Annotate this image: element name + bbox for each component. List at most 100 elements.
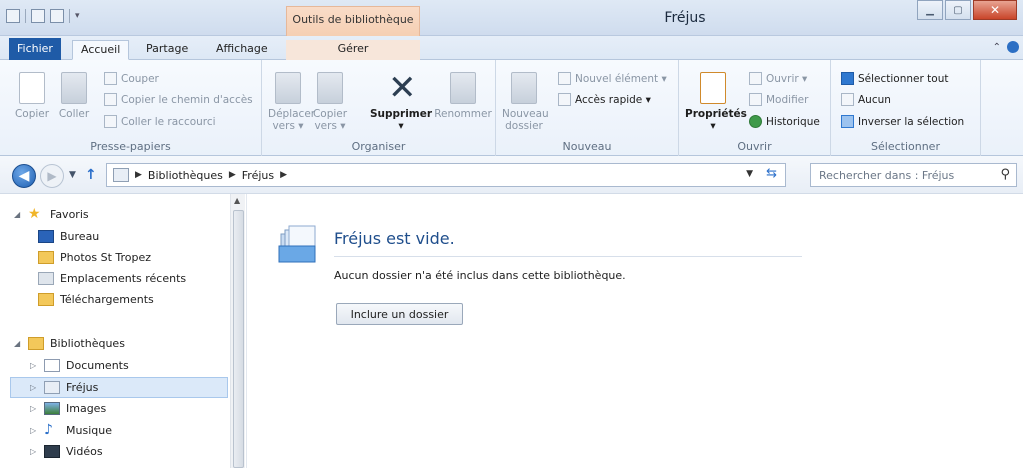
new-folder-label: Nouveau	[502, 108, 549, 120]
breadcrumb-bibliotheques[interactable]: Bibliothèques	[148, 169, 223, 182]
copy-path-button[interactable]: Copier le chemin d'accès	[104, 93, 253, 106]
nav-label: Favoris	[50, 208, 89, 221]
history-button[interactable]: Historique	[749, 115, 820, 128]
minimize-button[interactable]: ▁	[917, 0, 943, 20]
folder-icon	[38, 251, 54, 264]
new-folder-button[interactable]: Nouveau dossier	[502, 72, 549, 132]
refresh-icon[interactable]: ⇆	[766, 166, 777, 181]
star-icon: ★	[28, 206, 41, 222]
chevron-right-icon[interactable]: ▶	[229, 170, 236, 180]
copy-to-button[interactable]: Copier vers ▾	[312, 72, 348, 132]
music-note-icon: ♪	[44, 422, 53, 438]
properties-button[interactable]: Propriétés ▾	[685, 72, 747, 132]
ribbon-tabs: Fichier Accueil Partage Affichage Gérer …	[0, 36, 1023, 60]
library-tools-tab[interactable]: Outils de bibliothèque	[286, 6, 420, 36]
edit-button[interactable]: Modifier	[749, 93, 808, 106]
chevron-right-icon[interactable]: ▶	[280, 170, 287, 180]
collapse-ribbon-icon[interactable]: ⌃	[993, 42, 1001, 53]
expand-arrow-icon[interactable]: ▷	[30, 361, 38, 370]
paste-button[interactable]: Coller	[56, 72, 92, 120]
paste-icon	[61, 72, 87, 104]
nav-bibliotheques[interactable]: ◢ Bibliothèques	[14, 337, 125, 350]
nav-favoris[interactable]: ◢ ★ Favoris	[14, 206, 89, 222]
tab-affichage[interactable]: Affichage	[208, 40, 276, 60]
move-to-button[interactable]: Déplacer vers ▾	[268, 72, 315, 132]
title-bar: ▾ Outils de bibliothèque Fréjus ▁ ▢ ✕	[0, 0, 1023, 36]
select-none-button[interactable]: Aucun	[841, 93, 891, 106]
properties-dropdown-icon[interactable]: ▾	[685, 120, 741, 132]
open-button[interactable]: Ouvrir ▾	[749, 72, 807, 85]
nav-item-recent-places[interactable]: Emplacements récents	[38, 272, 186, 285]
nav-item-images[interactable]: ▷ Images	[30, 402, 106, 415]
tab-accueil[interactable]: Accueil	[72, 40, 130, 60]
new-item-label: Nouvel élément ▾	[575, 72, 667, 85]
select-none-icon	[841, 93, 854, 106]
breadcrumb-frejus[interactable]: Fréjus	[242, 169, 274, 182]
nav-item-musique[interactable]: ▷ ♪ Musique	[30, 422, 112, 438]
copy-button[interactable]: Copier	[14, 72, 50, 120]
back-button[interactable]: ◀	[12, 164, 36, 188]
group-organiser: Déplacer vers ▾ Copier vers ▾ ✕ Supprime…	[262, 60, 496, 156]
ribbon-controls: ⌃	[993, 41, 1019, 53]
maximize-button[interactable]: ▢	[945, 0, 971, 20]
divider	[334, 256, 802, 257]
nav-label: Bureau	[60, 230, 100, 243]
close-button[interactable]: ✕	[973, 0, 1017, 20]
nav-scrollbar[interactable]: ▲	[230, 194, 245, 468]
empty-library-description: Aucun dossier n'a été inclus dans cette …	[334, 269, 626, 282]
search-icon[interactable]: ⚲	[1000, 167, 1010, 182]
shortcut-icon	[104, 115, 117, 128]
properties-icon[interactable]	[31, 9, 45, 23]
nav-item-downloads[interactable]: Téléchargements	[38, 293, 154, 306]
rename-button[interactable]: Renommer	[434, 72, 492, 120]
cut-button[interactable]: Couper	[104, 72, 159, 85]
address-dropdown-icon[interactable]: ▼	[746, 169, 753, 179]
nav-item-photos-st-tropez[interactable]: Photos St Tropez	[38, 251, 151, 264]
include-folder-button[interactable]: Inclure un dossier	[336, 303, 463, 325]
nav-item-videos[interactable]: ▷ Vidéos	[30, 445, 103, 458]
expand-arrow-icon[interactable]: ▷	[30, 426, 38, 435]
group-nouveau: Nouveau dossier Nouvel élément ▾ Accès r…	[496, 60, 679, 156]
tab-partage[interactable]: Partage	[138, 40, 196, 60]
up-button[interactable]: ↑	[85, 167, 97, 183]
search-input[interactable]: Rechercher dans : Fréjus ⚲	[810, 163, 1017, 187]
quick-access-toolbar: ▾	[6, 9, 80, 23]
nav-label: Fréjus	[66, 381, 99, 394]
expand-arrow-icon[interactable]: ▷	[30, 447, 38, 456]
scroll-up-icon[interactable]: ▲	[234, 196, 240, 205]
recent-places-icon	[38, 272, 54, 285]
expand-arrow-icon[interactable]: ▷	[30, 404, 38, 413]
open-icon	[749, 72, 762, 85]
tab-gerer[interactable]: Gérer	[286, 40, 420, 60]
nav-item-frejus[interactable]: ▷ Fréjus	[10, 377, 228, 398]
delete-dropdown-icon[interactable]: ▾	[368, 120, 434, 132]
recent-locations-button[interactable]: ▼	[69, 170, 76, 180]
new-folder-icon[interactable]	[50, 9, 64, 23]
tab-fichier[interactable]: Fichier	[9, 38, 61, 60]
group-label: Organiser	[351, 140, 406, 153]
nav-item-documents[interactable]: ▷ Documents	[30, 359, 129, 372]
expand-arrow-icon[interactable]: ◢	[14, 339, 22, 348]
easy-access-button[interactable]: Accès rapide ▾	[558, 93, 651, 106]
expand-arrow-icon[interactable]: ◢	[14, 210, 22, 219]
scrollbar-thumb[interactable]	[233, 210, 244, 468]
nav-item-bureau[interactable]: Bureau	[38, 230, 99, 243]
select-all-button[interactable]: Sélectionner tout	[841, 72, 948, 85]
group-label: Nouveau	[562, 140, 612, 153]
address-bar[interactable]: ▶ Bibliothèques ▶ Fréjus ▶ ▼ ⇆	[106, 163, 786, 187]
forward-button[interactable]: ▶	[40, 164, 64, 188]
empty-library-title: Fréjus est vide.	[334, 229, 455, 248]
empty-library-icon	[278, 225, 316, 263]
help-icon[interactable]	[1007, 41, 1019, 53]
chevron-right-icon[interactable]: ▶	[135, 170, 142, 180]
expand-arrow-icon[interactable]: ▷	[30, 383, 38, 392]
paste-shortcut-button[interactable]: Coller le raccourci	[104, 115, 216, 128]
explorer-window: ▾ Outils de bibliothèque Fréjus ▁ ▢ ✕ Fi…	[0, 0, 1023, 468]
rename-icon	[450, 72, 476, 104]
invert-selection-button[interactable]: Inverser la sélection	[841, 115, 964, 128]
customize-qat-icon[interactable]: ▾	[75, 11, 80, 21]
new-item-button[interactable]: Nouvel élément ▾	[558, 72, 667, 85]
group-selectionner: Sélectionner tout Aucun Inverser la séle…	[831, 60, 981, 156]
folder-icon[interactable]	[6, 9, 20, 23]
delete-button[interactable]: ✕ Supprimer ▾	[368, 71, 434, 132]
